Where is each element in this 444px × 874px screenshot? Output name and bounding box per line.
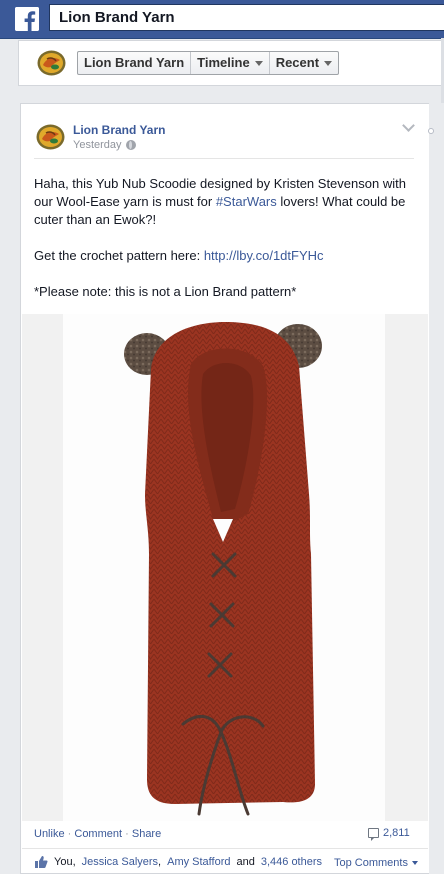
post-paragraph-3: *Please note: this is not a Lion Brand p… xyxy=(34,284,297,299)
pattern-link[interactable]: http://lby.co/1dtFYHc xyxy=(204,248,324,263)
facebook-logo-icon[interactable] xyxy=(15,7,39,31)
post-text-2: Get the crochet pattern here: xyxy=(34,248,204,263)
divider xyxy=(22,848,428,849)
photo-background xyxy=(63,314,385,821)
post-paragraph-1: Haha, this Yub Nub Scoodie designed by K… xyxy=(34,175,414,229)
nav-recent-label: Recent xyxy=(275,55,320,70)
share-link[interactable]: Share xyxy=(132,828,161,840)
post-timestamp[interactable]: Yesterday xyxy=(73,139,136,151)
globe-icon xyxy=(125,140,136,150)
nav-page-name-button[interactable]: Lion Brand Yarn xyxy=(78,52,192,74)
action-separator: · xyxy=(125,828,129,840)
post-author-avatar[interactable] xyxy=(36,124,65,150)
chevron-down-icon xyxy=(324,60,333,66)
comment-icon xyxy=(368,828,379,841)
nav-timeline-button[interactable]: Timeline xyxy=(191,52,270,74)
timeline-dot xyxy=(428,128,434,134)
page-header: Lion Brand Yarn Timeline Recent xyxy=(18,40,444,86)
page-nav: Lion Brand Yarn Timeline Recent xyxy=(77,51,340,75)
liker-link-1[interactable]: Jessica Salyers xyxy=(82,856,158,868)
nav-timeline-label: Timeline xyxy=(197,55,250,70)
divider xyxy=(34,158,414,159)
top-bar: Lion Brand Yarn xyxy=(0,0,444,39)
likes-summary: You, Jessica Salyers, Amy Stafford and 3… xyxy=(34,855,322,869)
timeline-spine xyxy=(429,103,444,874)
hashtag-link[interactable]: #StarWars xyxy=(216,194,277,209)
likes-you: You, xyxy=(54,856,76,868)
top-comments-dropdown[interactable]: Top Comments xyxy=(334,857,418,869)
search-input[interactable]: Lion Brand Yarn xyxy=(49,4,444,31)
nav-page-name-label: Lion Brand Yarn xyxy=(84,55,185,70)
thumbs-up-icon xyxy=(34,855,48,869)
page-avatar[interactable] xyxy=(37,50,66,76)
top-comments-label: Top Comments xyxy=(334,857,408,869)
post-time-label: Yesterday xyxy=(73,139,122,151)
post-photo[interactable] xyxy=(22,314,428,821)
nav-recent-button[interactable]: Recent xyxy=(270,52,338,74)
post-paragraph-2: Get the crochet pattern here: http://lby… xyxy=(34,247,414,265)
action-separator: · xyxy=(67,828,72,840)
comments-count[interactable]: 2,811 xyxy=(368,827,410,841)
post-author-name[interactable]: Lion Brand Yarn xyxy=(73,123,165,137)
unlike-link[interactable]: Unlike xyxy=(34,828,65,840)
post-body: Haha, this Yub Nub Scoodie designed by K… xyxy=(34,175,414,319)
comment-link[interactable]: Comment xyxy=(74,828,122,840)
likes-and: and xyxy=(236,856,255,868)
likes-separator: , xyxy=(158,856,162,868)
liker-link-2[interactable]: Amy Stafford xyxy=(167,856,230,868)
likes-others-link[interactable]: 3,446 others xyxy=(261,856,322,868)
chevron-down-icon xyxy=(411,861,418,865)
chevron-down-icon xyxy=(254,60,263,66)
post-actions: Unlike · Comment · Share xyxy=(34,828,161,840)
comments-count-value: 2,811 xyxy=(383,827,410,839)
ewok-scoodie-photo xyxy=(124,322,322,816)
